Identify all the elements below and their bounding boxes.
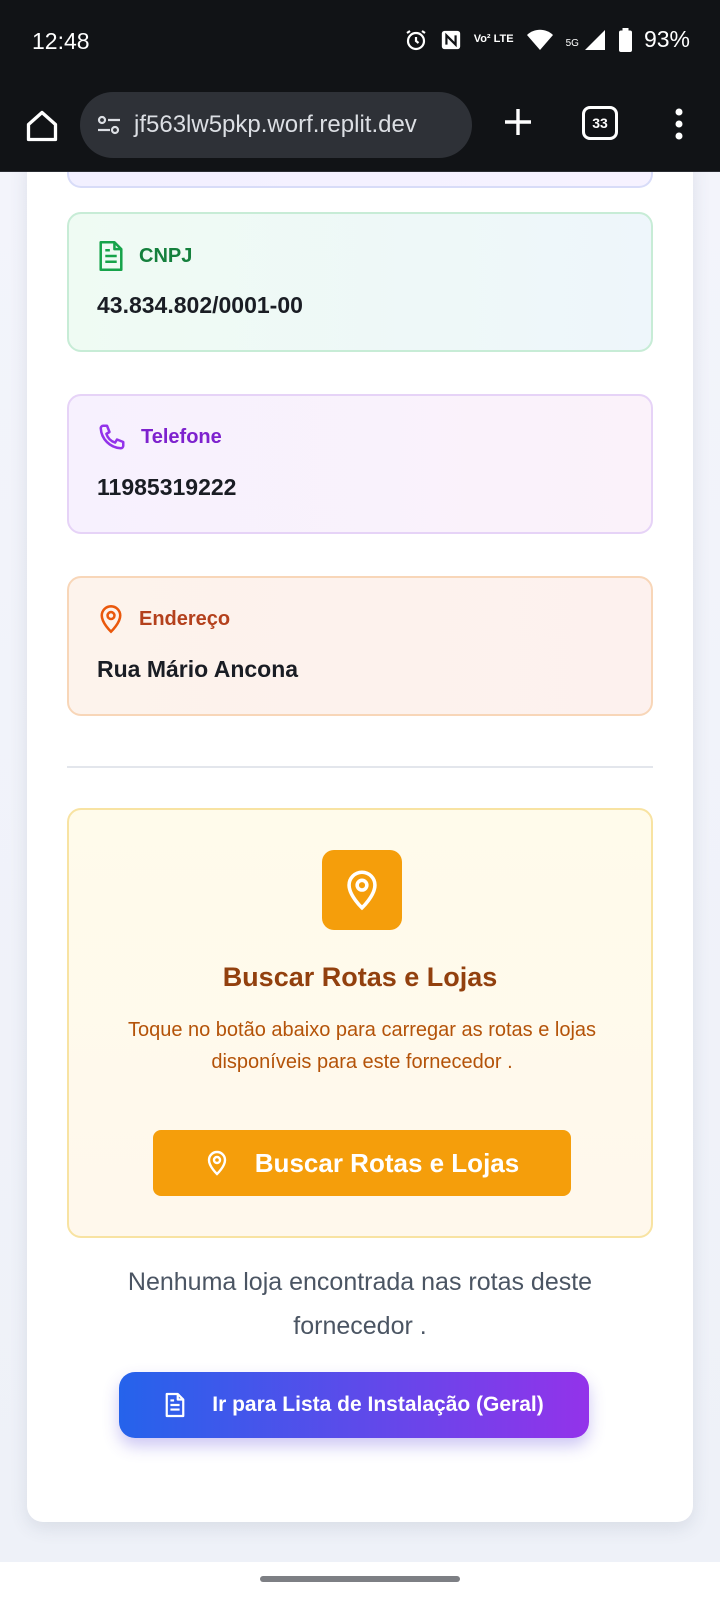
url-text[interactable]: jf563lw5pkp.worf.replit.dev (134, 111, 417, 139)
telefone-label: Telefone (141, 425, 222, 448)
status-bar: 12:48 Vo² LTE 5G 93% (0, 0, 720, 84)
network-type: 5G (565, 38, 579, 49)
signal-icon (584, 29, 605, 50)
map-pin-icon (207, 1150, 226, 1176)
browser-toolbar: jf563lw5pkp.worf.replit.dev 33 (0, 84, 720, 172)
home-icon (26, 110, 58, 142)
phone-icon (99, 424, 125, 450)
install-list-button-label: Ir para Lista de Instalação (Geral) (212, 1393, 544, 1416)
new-tab-icon[interactable] (498, 102, 538, 142)
search-routes-iconbox (322, 850, 402, 930)
volte-icon: Vo² LTE (473, 33, 514, 45)
more-menu-icon[interactable] (666, 104, 692, 144)
search-routes-title: Buscar Rotas e Lojas (222, 962, 498, 992)
search-routes-button[interactable]: Buscar Rotas e Lojas (153, 1130, 571, 1196)
page-content: CNPJ 43.834.802/0001-00 Telefone 1198531… (0, 172, 720, 1562)
search-routes-description: Toque no botão abaixo para carregar as r… (127, 1019, 597, 1073)
endereco-header: Endereço (97, 604, 230, 634)
nfc-icon (441, 30, 460, 49)
telefone-header: Telefone (97, 422, 222, 452)
battery-level: 93% (643, 26, 690, 52)
map-pin-icon (347, 870, 377, 911)
wifi-icon (526, 29, 553, 50)
endereco-label: Endereço (139, 607, 231, 630)
supplier-card: CNPJ 43.834.802/0001-00 Telefone 1198531… (27, 172, 693, 1522)
cnpj-value: 43.834.802/0001-00 (97, 292, 303, 318)
info-card-partial (67, 172, 653, 188)
tab-switcher-button[interactable]: 33 (582, 106, 618, 140)
section-divider (67, 766, 653, 768)
endereco-value: Rua Mário Ancona (97, 656, 299, 682)
endereco-card: Endereço Rua Mário Ancona (67, 576, 653, 716)
telefone-card: Telefone 11985319222 (67, 394, 653, 534)
map-pin-icon (100, 605, 122, 634)
cnpj-header: CNPJ (97, 240, 192, 272)
battery-icon (618, 27, 632, 52)
search-routes-button-label: Buscar Rotas e Lojas (254, 1147, 520, 1178)
status-icons: Vo² LTE 5G 93% (404, 26, 690, 53)
alarm-icon (406, 29, 426, 50)
cnpj-card: CNPJ 43.834.802/0001-00 (67, 212, 653, 352)
cnpj-label: CNPJ (139, 244, 193, 267)
address-bar[interactable]: jf563lw5pkp.worf.replit.dev (80, 92, 472, 158)
status-time: 12:48 (32, 28, 90, 54)
system-nav-bar (0, 1562, 720, 1600)
document-icon (99, 241, 123, 271)
home-button[interactable] (20, 104, 64, 148)
document-icon (165, 1392, 185, 1418)
telefone-value: 11985319222 (97, 474, 237, 500)
gesture-nav-handle[interactable] (260, 1576, 460, 1582)
empty-stores-message: Nenhuma loja encontrada nas rotas deste … (127, 1268, 593, 1340)
install-list-button[interactable]: Ir para Lista de Instalação (Geral) (119, 1372, 589, 1438)
site-settings-icon[interactable] (94, 110, 124, 140)
search-routes-panel: Buscar Rotas e Lojas Toque no botão abai… (67, 808, 653, 1238)
